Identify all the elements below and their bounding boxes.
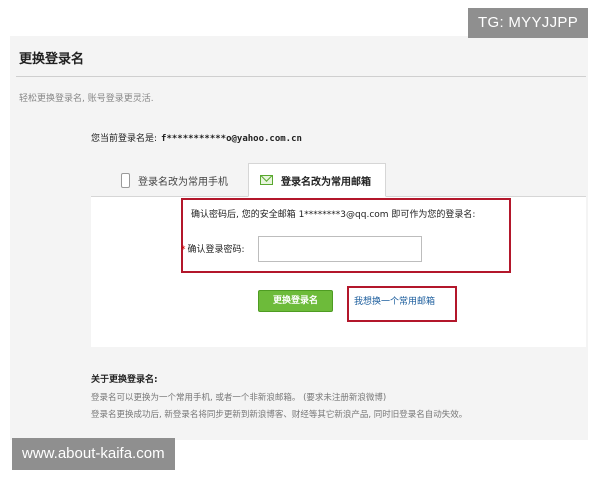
watermark-bottom: www.about-kaifa.com (12, 438, 175, 470)
tab-phone-label: 登录名改为常用手机 (138, 176, 228, 188)
current-login-label: 您当前登录名是: (91, 134, 158, 144)
page-subtitle: 轻松更换登录名, 账号登录更灵活. (19, 94, 154, 104)
page-title: 更换登录名 (19, 52, 85, 67)
phone-icon (121, 172, 130, 188)
mail-icon (260, 175, 273, 185)
current-login-row: 您当前登录名是: f***********o@yahoo.com.cn (91, 131, 302, 144)
change-login-button[interactable]: 更换登录名 (258, 290, 333, 312)
watermark-top: TG: MYYJJPP (468, 8, 588, 38)
password-input[interactable] (258, 236, 422, 262)
password-label-text: 确认登录密码: (187, 245, 245, 255)
tab-email-label: 登录名改为常用邮箱 (281, 176, 371, 188)
tab-change-to-email[interactable]: 登录名改为常用邮箱 (248, 163, 386, 197)
about-title: 关于更换登录名: (91, 375, 158, 385)
tab-change-to-phone[interactable]: 登录名改为常用手机 (121, 163, 228, 197)
change-email-link[interactable]: 我想换一个常用邮箱 (354, 294, 435, 307)
required-mark: * (181, 245, 186, 255)
password-label: * 确认登录密码: (181, 242, 245, 255)
about-line-1: 登录名可以更换为一个常用手机, 或者一个非新浪邮箱。 (要求未注册新浪微博) (91, 393, 387, 403)
about-line-2: 登录名更换成功后, 新登录名将同步更新到新浪博客、财经等其它新浪产品, 同时旧登… (91, 410, 468, 420)
security-email-info: 确认密码后, 您的安全邮箱 1********3@qq.com 即可作为您的登录… (191, 210, 476, 220)
tab-bar: 登录名改为常用手机 登录名改为常用邮箱 (91, 163, 586, 197)
current-login-value: f***********o@yahoo.com.cn (161, 134, 302, 144)
title-divider (16, 76, 586, 77)
